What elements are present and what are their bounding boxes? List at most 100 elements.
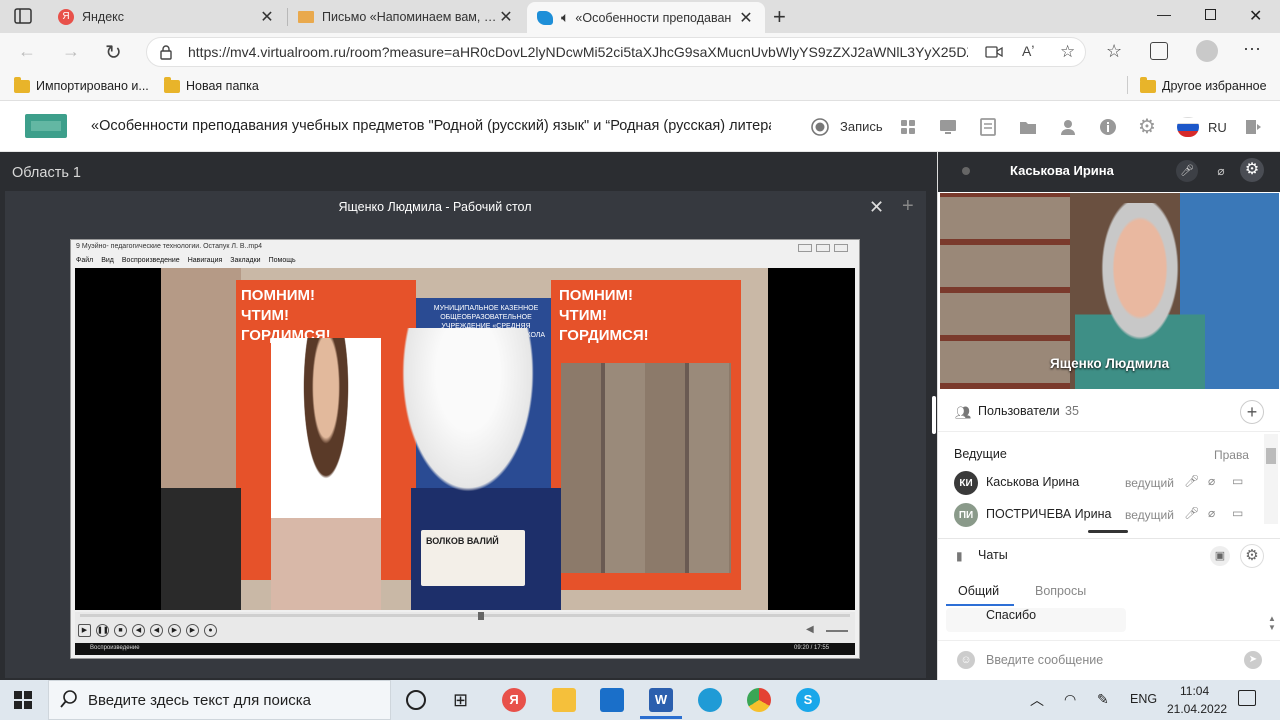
speaker-icon[interactable]: 🔈︎ (561, 9, 569, 26)
close-icon[interactable]: ✕ (737, 8, 755, 28)
menu-item[interactable]: Файл (76, 257, 93, 264)
volume-icon[interactable]: ◀︎ (806, 624, 814, 635)
close-window-button[interactable]: ✕ (1249, 6, 1262, 26)
other-favorites[interactable]: Другое избранное (1140, 76, 1267, 96)
settings-gear-icon[interactable]: ⚙ (1138, 117, 1158, 137)
clock-time[interactable]: 11:04 (1180, 684, 1209, 698)
tab-questions[interactable]: Вопросы (1035, 584, 1086, 608)
document-icon[interactable] (978, 117, 998, 137)
record-label[interactable]: Запись (840, 119, 883, 134)
scrollbar-thumb[interactable] (1266, 448, 1276, 464)
files-folder-icon[interactable] (1018, 117, 1038, 137)
panel-resize-handle[interactable] (1088, 530, 1128, 533)
lock-icon[interactable] (159, 44, 173, 60)
refresh-button[interactable]: ↻ (105, 40, 122, 65)
tab-virtualroom[interactable]: 🔈︎ «Особенности преподаван ✕ (527, 2, 765, 33)
record-button[interactable]: ● (204, 624, 217, 637)
chrome-icon[interactable] (747, 688, 771, 712)
favorites-icon[interactable]: ☆ (1106, 41, 1122, 62)
add-user-button[interactable]: + (1240, 400, 1264, 424)
seek-thumb[interactable] (478, 612, 484, 620)
tab-mail[interactable]: Письмо «Напоминаем вам, что ✕ (288, 0, 525, 33)
tab-actions-icon[interactable] (14, 8, 32, 24)
stop-button[interactable]: ■ (114, 624, 127, 637)
add-panel-icon[interactable]: + (902, 195, 914, 218)
seek-bar[interactable] (80, 614, 850, 617)
word-icon[interactable]: W (649, 688, 673, 712)
close-icon[interactable]: ✕ (258, 7, 276, 27)
maximize-button[interactable] (1205, 9, 1216, 20)
camera-off-icon[interactable]: ⌀ (1208, 506, 1215, 520)
bookmark-folder-new[interactable]: Новая папка (164, 76, 259, 96)
mic-off-icon[interactable]: 🎤︎ (1184, 506, 1199, 520)
forward-button[interactable]: ▶ (186, 624, 199, 637)
more-menu-icon[interactable]: ··· (1243, 38, 1261, 59)
edge-icon[interactable] (698, 688, 722, 712)
volume-slider[interactable] (826, 630, 848, 632)
url-text[interactable]: https://mv4.virtualroom.ru/room?measure=… (188, 44, 968, 60)
profile-avatar[interactable] (1196, 40, 1218, 62)
chat-settings-icon[interactable]: ⚙ (1240, 544, 1264, 568)
layout-grid-icon[interactable] (898, 117, 918, 137)
chat-export-icon[interactable]: ▣ (1210, 546, 1230, 566)
skype-icon[interactable]: S (796, 688, 820, 712)
record-icon[interactable] (810, 117, 830, 137)
exit-icon[interactable] (1243, 117, 1263, 137)
prev-button[interactable]: ◀ (150, 624, 163, 637)
russia-flag-icon[interactable] (1177, 117, 1199, 137)
close-panel-icon[interactable]: ✕ (869, 197, 884, 218)
menu-item[interactable]: Помощь (269, 257, 296, 264)
language-label[interactable]: RU (1208, 120, 1227, 135)
collections-icon[interactable] (1150, 42, 1168, 60)
menu-item[interactable]: Воспроизведение (122, 257, 180, 264)
yandex-browser-icon[interactable]: Я (502, 688, 526, 712)
user-row[interactable]: КИ Каськова Ирина ведущий 🎤︎ ⌀ ▭ (938, 468, 1268, 498)
pen-icon[interactable]: ✎ (1097, 691, 1109, 708)
task-view-icon[interactable]: ⊞ (453, 690, 468, 711)
search-placeholder[interactable]: Введите здесь текст для поиска (88, 692, 311, 709)
notifications-icon[interactable] (1238, 690, 1256, 706)
back-button[interactable]: ← (18, 41, 36, 62)
camera-off-icon[interactable]: ⌀ (1210, 160, 1232, 182)
menu-item[interactable]: Навигация (188, 257, 223, 264)
clock-date[interactable]: 21.04.2022 (1167, 702, 1227, 716)
next-button[interactable]: ▶ (168, 624, 181, 637)
new-tab-button[interactable]: + (773, 4, 786, 30)
play-button[interactable]: ▶ (78, 624, 91, 637)
menu-item[interactable]: Закладки (230, 257, 260, 264)
screen-share-off-icon[interactable]: ▭ (1232, 474, 1243, 488)
pause-button[interactable]: ❚❚ (96, 624, 109, 637)
screen-share-off-icon[interactable]: ▭ (1232, 506, 1243, 520)
windows-start-icon[interactable] (14, 691, 32, 709)
camera-permission-icon[interactable] (985, 45, 1003, 59)
tray-overflow-icon[interactable]: ︿ (1030, 690, 1044, 710)
speaker-settings-icon[interactable]: ⚙ (1240, 158, 1264, 182)
chat-scroll-arrows[interactable]: ▲ ▼ (1268, 614, 1276, 632)
player-window-buttons[interactable] (798, 244, 848, 252)
user-row[interactable]: ПИ ПОСТРИЧЕВА Ирина ведущий 🎤︎ ⌀ ▭ (938, 500, 1268, 530)
cortana-icon[interactable] (406, 690, 426, 710)
mic-off-icon[interactable]: 🎤︎ (1184, 474, 1199, 488)
mic-muted-icon[interactable]: 🎤︎ (1176, 160, 1198, 182)
microsoft-store-icon[interactable] (600, 688, 624, 712)
send-icon[interactable]: ➤ (1244, 651, 1262, 669)
screen-share-icon[interactable] (938, 117, 958, 137)
tab-yandex[interactable]: Я Яндекс ✕ (48, 0, 286, 33)
bookmark-folder-imported[interactable]: Импортировано и... (14, 76, 149, 96)
minimize-button[interactable]: — (1157, 6, 1171, 22)
add-favorite-icon[interactable]: ☆ (1060, 42, 1075, 62)
forward-button[interactable]: → (62, 41, 80, 62)
info-icon[interactable] (1098, 117, 1118, 137)
sidebar-resize-handle[interactable] (932, 396, 936, 434)
input-language[interactable]: ENG (1130, 692, 1157, 706)
read-aloud-icon[interactable]: A︎ʼ (1022, 43, 1034, 59)
close-icon[interactable]: ✕ (497, 7, 515, 27)
message-input[interactable]: Введите сообщение (986, 653, 1226, 667)
emoji-icon[interactable]: ☺ (957, 651, 975, 669)
menu-item[interactable]: Вид (101, 257, 114, 264)
wifi-icon[interactable]: ◠ (1064, 691, 1076, 708)
camera-off-icon[interactable]: ⌀ (1208, 474, 1215, 488)
file-explorer-icon[interactable] (552, 688, 576, 712)
rewind-button[interactable]: ◀ (132, 624, 145, 637)
participants-icon[interactable] (1058, 117, 1078, 137)
